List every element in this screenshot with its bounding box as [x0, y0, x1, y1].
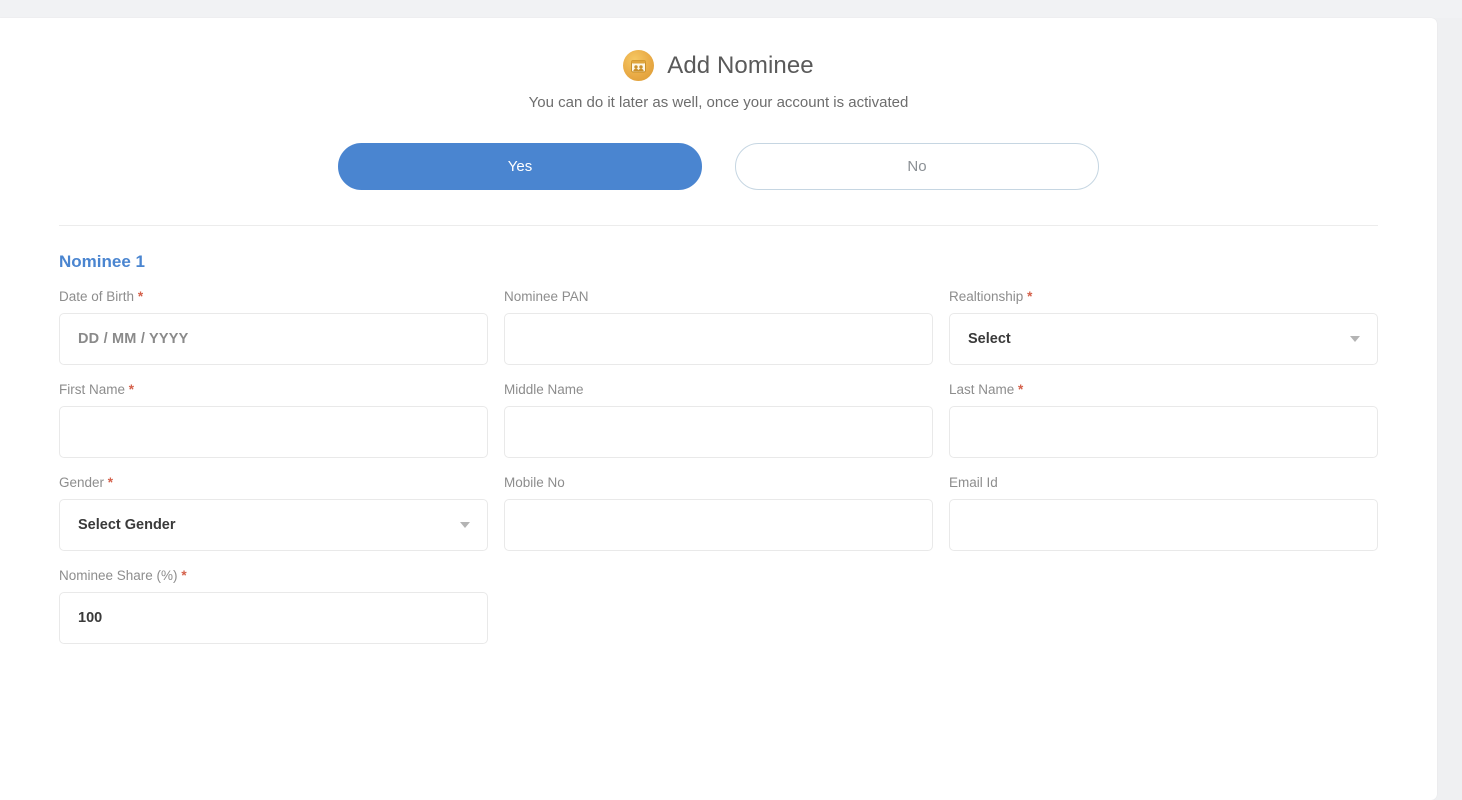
nominee-section-title: Nominee 1 [59, 252, 145, 271]
field-label-text: Realtionship [949, 289, 1024, 304]
form-row: Nominee Share (%) * 100 [59, 568, 1378, 644]
field-label-text: Mobile No [504, 475, 565, 490]
field-date-of-birth: Date of Birth * DD / MM / YYYY [59, 289, 488, 365]
form-row: First Name * Middle Name Last Name * [59, 382, 1378, 458]
page-background-strip [0, 0, 1462, 18]
nominee-choice-group: Yes No [0, 143, 1437, 190]
title-row: Add Nominee [0, 50, 1437, 81]
field-label: Mobile No [504, 475, 933, 490]
required-asterisk: * [181, 568, 187, 583]
field-label-text: Nominee PAN [504, 289, 589, 304]
field-first-name: First Name * [59, 382, 488, 458]
field-label: Middle Name [504, 382, 933, 397]
field-label-text: Date of Birth [59, 289, 135, 304]
middle-name-input[interactable] [504, 406, 933, 458]
required-asterisk: * [1027, 289, 1033, 304]
field-email-id: Email Id [949, 475, 1378, 551]
nominee-share-input[interactable]: 100 [59, 592, 488, 644]
page-subtitle: You can do it later as well, once your a… [528, 94, 909, 111]
field-last-name: Last Name * [949, 382, 1378, 458]
form-row: Gender * Select Gender Mobile No Email I… [59, 475, 1378, 551]
card-header: Add Nominee You can do it later as well,… [0, 18, 1437, 111]
nominee-pan-input[interactable] [504, 313, 933, 365]
chevron-down-icon [460, 522, 470, 528]
chevron-down-icon [1350, 336, 1360, 342]
section-divider [59, 225, 1378, 226]
field-relationship: Realtionship * Select [949, 289, 1378, 365]
last-name-input[interactable] [949, 406, 1378, 458]
date-of-birth-input[interactable]: DD / MM / YYYY [59, 313, 488, 365]
field-label: Nominee Share (%) * [59, 568, 488, 583]
field-label: Last Name * [949, 382, 1378, 397]
add-nominee-card: Add Nominee You can do it later as well,… [0, 18, 1437, 800]
gender-select-value: Select Gender [78, 517, 176, 533]
no-button[interactable]: No [735, 143, 1099, 190]
relationship-select-value: Select [968, 331, 1011, 347]
mobile-no-input[interactable] [504, 499, 933, 551]
required-asterisk: * [1018, 382, 1024, 397]
field-mobile-no: Mobile No [504, 475, 933, 551]
first-name-input[interactable] [59, 406, 488, 458]
field-label-text: Nominee Share (%) [59, 568, 178, 583]
field-label: Nominee PAN [504, 289, 933, 304]
field-label-text: Gender [59, 475, 105, 490]
field-label-text: Last Name [949, 382, 1015, 397]
field-label: First Name * [59, 382, 488, 397]
field-label: Gender * [59, 475, 488, 490]
field-label: Email Id [949, 475, 1378, 490]
required-asterisk: * [128, 382, 135, 397]
required-asterisk: * [137, 289, 144, 304]
field-label: Realtionship * [949, 289, 1378, 304]
field-nominee-pan: Nominee PAN [504, 289, 933, 365]
email-id-input[interactable] [949, 499, 1378, 551]
field-nominee-share: Nominee Share (%) * 100 [59, 568, 488, 644]
relationship-select[interactable]: Select [949, 313, 1378, 365]
yes-button[interactable]: Yes [338, 143, 702, 190]
gender-select[interactable]: Select Gender [59, 499, 488, 551]
nominee-badge-icon [623, 50, 655, 81]
form-row: Date of Birth * DD / MM / YYYY Nominee P… [59, 289, 1378, 365]
nominee-form: Nominee 1 Date of Birth * DD / MM / YYYY… [0, 252, 1437, 644]
field-label-text: Middle Name [504, 382, 584, 397]
page-title: Add Nominee [667, 51, 814, 79]
field-label: Date of Birth * [59, 289, 488, 304]
field-label-text: First Name [59, 382, 126, 397]
required-asterisk: * [107, 475, 114, 490]
field-middle-name: Middle Name [504, 382, 933, 458]
field-label-text: Email Id [949, 475, 998, 490]
field-gender: Gender * Select Gender [59, 475, 488, 551]
